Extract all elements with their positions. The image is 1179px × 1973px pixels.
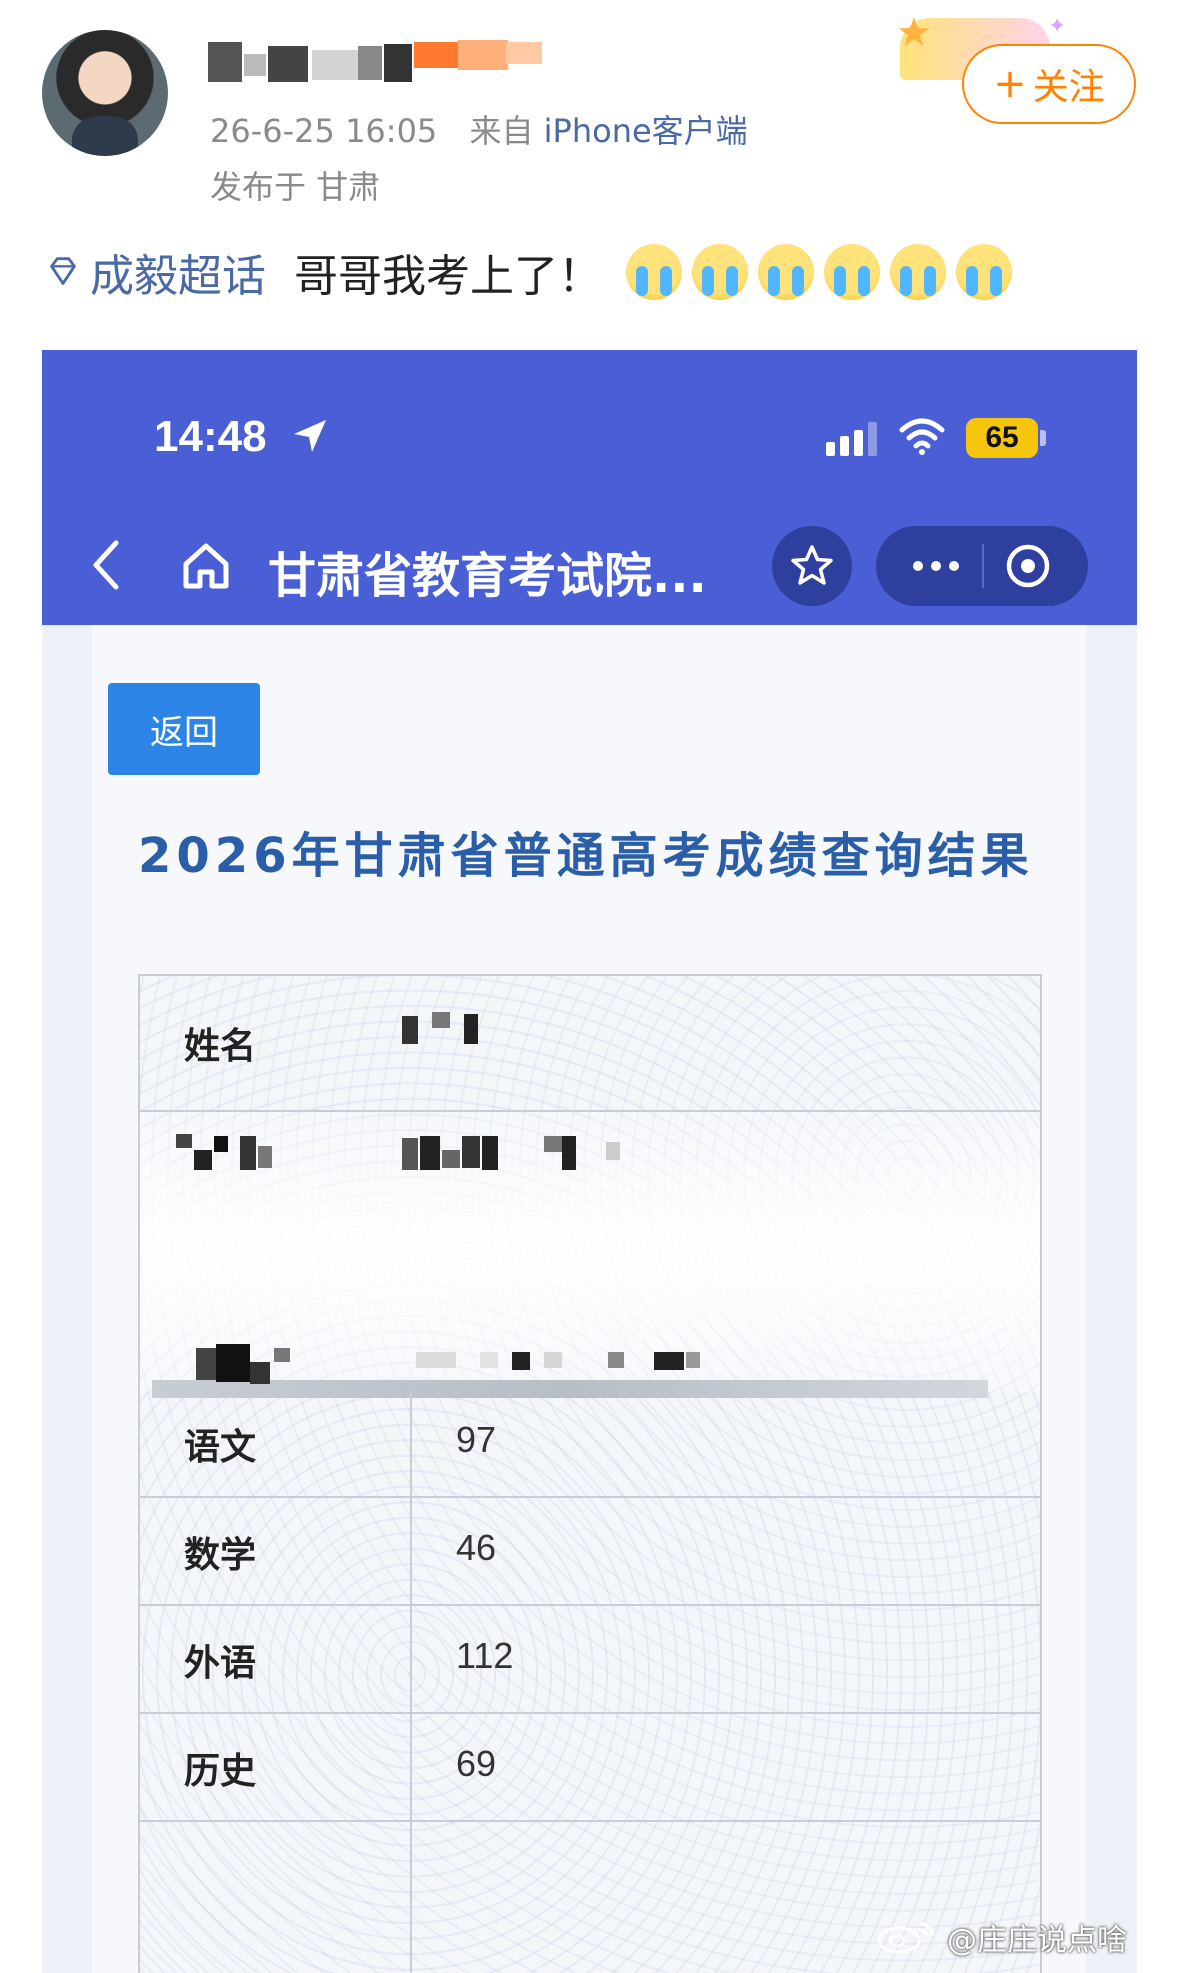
post-source: 来自 iPhone客户端: [469, 112, 748, 150]
avatar[interactable]: [42, 30, 168, 156]
topic-link[interactable]: 成毅超话: [90, 240, 266, 304]
score-value: 69: [456, 1743, 497, 1784]
source-app-link[interactable]: iPhone客户端: [544, 112, 748, 150]
crying-face-icon: [692, 244, 748, 300]
result-title: 2026年甘肃省普通高考成绩查询结果: [138, 828, 1034, 884]
favorite-button[interactable]: [772, 526, 852, 606]
post-location: 发布于 甘肃: [210, 168, 381, 206]
score-value: 112: [456, 1635, 514, 1676]
post-content: 成毅超话 哥哥我考上了！: [44, 244, 1022, 302]
post-meta: 26-6-25 16:05 来自 iPhone客户端: [210, 106, 748, 152]
crying-face-icon: [956, 244, 1012, 300]
score-table: 姓名 语文 97 数学 46 外语 112 历史 69: [138, 974, 1042, 1973]
status-time: 14:48: [154, 412, 267, 461]
table-row: 历史 69: [140, 1714, 1040, 1822]
mini-app-capsule: [876, 526, 1088, 606]
post-timestamp: 26-6-25 16:05: [210, 112, 438, 150]
return-button[interactable]: 返回: [108, 683, 260, 775]
follow-button[interactable]: + 关注: [962, 44, 1136, 124]
column-divider: [410, 1390, 412, 1973]
score-value: 97: [456, 1419, 497, 1460]
subject-label: 历史: [184, 1751, 257, 1792]
crying-face-icon: [758, 244, 814, 300]
table-row: 外语 112: [140, 1606, 1040, 1714]
crying-face-icon: [890, 244, 946, 300]
page-title: 甘肃省教育考试院...: [268, 548, 707, 604]
table-row-name: 姓名: [140, 976, 1040, 1112]
watermark: @庄庄说点啥: [875, 1915, 1127, 1959]
star-outline-icon: [791, 545, 833, 585]
redacted-rows: [140, 1112, 1040, 1398]
home-icon[interactable]: [178, 538, 234, 594]
capsule-divider: [982, 544, 984, 588]
post-text: 哥哥我考上了！: [294, 251, 602, 302]
battery-tip: [1040, 430, 1046, 446]
table-row: 数学 46: [140, 1498, 1040, 1606]
location-arrow-icon: [294, 420, 326, 452]
subject-label: 语文: [184, 1427, 257, 1468]
post-image[interactable]: 14:48 65 甘肃省教育考试院... 返回 2026年甘肃省普通高考成绩查询…: [42, 350, 1137, 1973]
star-icon: ★: [896, 10, 932, 56]
cellular-signal-icon: [826, 422, 877, 456]
score-value: 46: [456, 1527, 497, 1568]
name-label: 姓名: [184, 1026, 257, 1067]
table-row: 语文 97: [140, 1390, 1040, 1498]
username-pixelated[interactable]: [208, 40, 548, 90]
crying-face-icon: [824, 244, 880, 300]
emoji-row: [626, 244, 1022, 300]
more-icon[interactable]: [906, 540, 966, 592]
wifi-icon: [899, 418, 945, 455]
battery-indicator: 65: [966, 418, 1038, 458]
diamond-icon: [50, 257, 76, 285]
mini-app-header: 14:48 65 甘肃省教育考试院...: [42, 350, 1137, 625]
subject-label: 数学: [184, 1535, 257, 1576]
back-chevron-icon[interactable]: [86, 535, 126, 595]
crying-face-icon: [626, 244, 682, 300]
sparkle-icon: ✦: [1048, 14, 1067, 39]
close-mini-app-icon[interactable]: [1002, 540, 1054, 592]
weibo-logo-icon: [877, 1922, 935, 1954]
subject-label: 外语: [184, 1643, 257, 1684]
